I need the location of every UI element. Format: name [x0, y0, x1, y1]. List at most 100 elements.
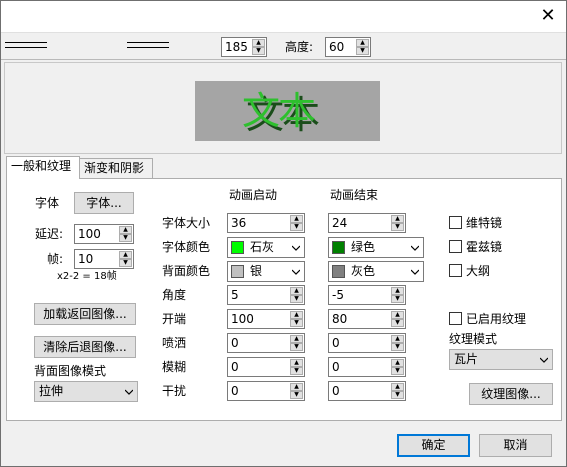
down-arrow-icon[interactable]: ▼: [391, 223, 404, 231]
up-arrow-icon[interactable]: ▲: [119, 226, 132, 234]
down-arrow-icon[interactable]: ▼: [119, 259, 132, 267]
load-back-image-button[interactable]: 加载返回图像...: [34, 303, 136, 325]
interference-start-spinner[interactable]: 0 ▲ ▼: [227, 381, 305, 401]
interference-end-spinner[interactable]: 0 ▲ ▼: [328, 381, 406, 401]
checkbox-box[interactable]: [449, 216, 462, 229]
up-arrow-icon[interactable]: ▲: [391, 287, 404, 295]
height-label: 高度:: [285, 40, 314, 54]
up-arrow-icon[interactable]: ▲: [290, 215, 303, 223]
chevron-down-icon: [411, 268, 419, 276]
frames-value: 10: [78, 252, 94, 266]
opening-start-value: 100: [231, 312, 254, 326]
footer: 确定 取消: [1, 429, 566, 466]
down-arrow-icon[interactable]: ▼: [290, 319, 303, 327]
down-arrow-icon[interactable]: ▼: [290, 223, 303, 231]
blur-end-spinner[interactable]: 0 ▲ ▼: [328, 357, 406, 377]
opening-start-spinner[interactable]: 100 ▲ ▼: [227, 309, 305, 329]
checkbox-box[interactable]: [449, 264, 462, 277]
texture-image-button[interactable]: 纹理图像...: [469, 383, 553, 405]
up-arrow-icon[interactable]: ▲: [391, 359, 404, 367]
down-arrow-icon[interactable]: ▼: [290, 343, 303, 351]
checkbox-box[interactable]: [449, 240, 462, 253]
line-style-1[interactable]: [5, 42, 47, 48]
close-icon[interactable]: ✕: [536, 4, 560, 28]
anim-start-header: 动画启动: [229, 188, 278, 202]
up-arrow-icon[interactable]: ▲: [290, 383, 303, 391]
outline-label: 大纲: [466, 264, 491, 278]
clear-back-image-button[interactable]: 清除后退图像...: [34, 336, 136, 358]
opening-label: 开端: [162, 312, 187, 326]
down-arrow-icon[interactable]: ▼: [290, 295, 303, 303]
chevron-down-icon: [540, 356, 548, 364]
up-arrow-icon[interactable]: ▲: [290, 287, 303, 295]
anim-end-header: 动画结束: [330, 188, 379, 202]
down-arrow-icon[interactable]: ▼: [290, 391, 303, 399]
bg-mode-value: 拉伸: [39, 384, 64, 398]
up-arrow-icon[interactable]: ▲: [356, 39, 369, 47]
font-color-start-select[interactable]: 石灰: [227, 237, 305, 258]
size-info: x2-2 = 18帧: [57, 271, 117, 282]
font-color-label: 字体颜色: [162, 240, 211, 254]
down-arrow-icon[interactable]: ▼: [356, 47, 369, 55]
opening-end-spinner[interactable]: 80 ▲ ▼: [328, 309, 406, 329]
font-color-end-select[interactable]: 绿色: [328, 237, 424, 258]
up-arrow-icon[interactable]: ▲: [119, 251, 132, 259]
preview-text: 文本: [242, 89, 316, 133]
font-color-end-value: 绿色: [351, 240, 376, 254]
spray-label: 喷洒: [162, 336, 187, 350]
chevron-down-icon: [125, 388, 133, 396]
texture-mode-select[interactable]: 瓦片: [449, 349, 553, 370]
checkbox-box[interactable]: [449, 312, 462, 325]
bg-color-end-select[interactable]: 灰色: [328, 261, 424, 282]
height-spinner[interactable]: 60 ▲ ▼: [325, 37, 371, 57]
tab-gradient-shadow[interactable]: 渐变和阴影: [79, 158, 153, 178]
font-size-label: 字体大小: [162, 216, 211, 230]
tab-general-texture[interactable]: 一般和纹理: [6, 156, 80, 179]
color-swatch: [231, 241, 244, 254]
bg-mode-select[interactable]: 拉伸: [34, 381, 138, 402]
hough-label: 霍兹镜: [466, 240, 503, 254]
frames-spinner[interactable]: 10 ▲ ▼: [74, 249, 134, 269]
down-arrow-icon[interactable]: ▼: [119, 234, 132, 242]
down-arrow-icon[interactable]: ▼: [391, 319, 404, 327]
bg-color-end-value: 灰色: [351, 264, 376, 278]
down-arrow-icon[interactable]: ▼: [391, 295, 404, 303]
down-arrow-icon[interactable]: ▼: [252, 47, 265, 55]
font-button[interactable]: 字体...: [74, 192, 134, 214]
up-arrow-icon[interactable]: ▲: [252, 39, 265, 47]
down-arrow-icon[interactable]: ▼: [290, 367, 303, 375]
down-arrow-icon[interactable]: ▼: [391, 391, 404, 399]
preview-area: 文本 文本: [4, 62, 562, 154]
blur-start-value: 0: [231, 360, 239, 374]
angle-start-value: 5: [231, 288, 239, 302]
up-arrow-icon[interactable]: ▲: [391, 383, 404, 391]
opening-end-value: 80: [332, 312, 348, 326]
text-animation-dialog: ✕ 185 ▲ ▼ 高度: 60 ▲ ▼ 文本 文本 一般和纹理 渐变和阴影 字体 …: [0, 0, 567, 467]
font-size-end-spinner[interactable]: 24 ▲ ▼: [328, 213, 406, 233]
up-arrow-icon[interactable]: ▲: [290, 335, 303, 343]
ok-button[interactable]: 确定: [397, 434, 470, 457]
up-arrow-icon[interactable]: ▲: [391, 335, 404, 343]
blur-start-spinner[interactable]: 0 ▲ ▼: [227, 357, 305, 377]
cancel-button[interactable]: 取消: [479, 434, 552, 457]
spray-start-spinner[interactable]: 0 ▲ ▼: [227, 333, 305, 353]
up-arrow-icon[interactable]: ▲: [290, 311, 303, 319]
width-value: 185: [225, 40, 248, 54]
width-spinner[interactable]: 185 ▲ ▼: [221, 37, 267, 57]
mirror-label: 维特镜: [466, 216, 503, 230]
down-arrow-icon[interactable]: ▼: [391, 367, 404, 375]
chevron-down-icon: [411, 244, 419, 252]
font-size-start-spinner[interactable]: 36 ▲ ▼: [227, 213, 305, 233]
up-arrow-icon[interactable]: ▲: [290, 359, 303, 367]
up-arrow-icon[interactable]: ▲: [391, 311, 404, 319]
line-style-2[interactable]: [127, 42, 169, 48]
texture-mode-label: 纹理模式: [449, 332, 498, 346]
angle-start-spinner[interactable]: 5 ▲ ▼: [227, 285, 305, 305]
bg-color-start-select[interactable]: 银: [227, 261, 305, 282]
delay-spinner[interactable]: 100 ▲ ▼: [74, 224, 134, 244]
angle-end-spinner[interactable]: -5 ▲ ▼: [328, 285, 406, 305]
spray-end-spinner[interactable]: 0 ▲ ▼: [328, 333, 406, 353]
up-arrow-icon[interactable]: ▲: [391, 215, 404, 223]
color-swatch: [332, 241, 345, 254]
down-arrow-icon[interactable]: ▼: [391, 343, 404, 351]
